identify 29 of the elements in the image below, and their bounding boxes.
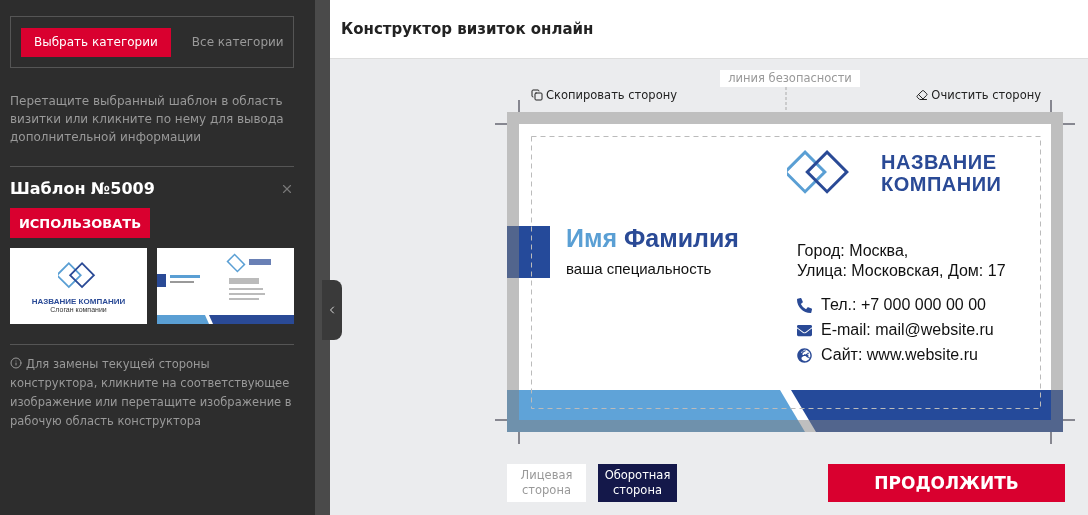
clear-side-link[interactable]: Очистить сторону xyxy=(916,88,1041,102)
contact-text: E-mail: mail@website.ru xyxy=(821,321,994,339)
eraser-icon xyxy=(916,89,929,101)
person-name: Имя Фамилия xyxy=(566,224,739,253)
continue-button[interactable]: ПРОДОЛЖИТЬ xyxy=(828,464,1065,502)
template-title: Шаблон №5009 xyxy=(10,179,155,198)
specialty-text: ваша специальность xyxy=(566,260,712,277)
envelope-icon xyxy=(797,322,812,338)
contact-text: Тел.: +7 000 000 00 00 xyxy=(821,296,986,314)
phone-icon xyxy=(797,297,812,313)
company-name: НАЗВАНИЕ КОМПАНИИ xyxy=(31,296,126,306)
info-icon xyxy=(10,357,22,369)
copy-icon xyxy=(531,89,543,101)
contact-text: Сайт: www.website.ru xyxy=(821,346,978,364)
hint-text: Перетащите выбранный шаблон в область визитки или кликните по нему для вывода дополнительной информации xyxy=(10,93,285,146)
safety-line-label: линия безопасности xyxy=(720,70,860,87)
category-tab[interactable]: Все категории xyxy=(178,27,297,57)
collapse-handle[interactable] xyxy=(322,280,342,340)
copy-side-link[interactable]: Скопировать сторону xyxy=(531,88,677,102)
company-name: НАЗВАНИЕ КОМПАНИИ xyxy=(881,151,1002,195)
category-tab[interactable]: Выбрать категории xyxy=(21,27,171,57)
side-tab[interactable]: Лицевая сторона xyxy=(507,464,586,502)
globe-icon xyxy=(797,347,812,363)
use-button[interactable]: ИСПОЛЬЗОВАТЬ xyxy=(10,208,150,238)
card-thumbnail-drawing[interactable] xyxy=(157,248,294,324)
page-title: Конструктор визиток онлайн xyxy=(341,20,594,38)
side-tab[interactable]: Оборотная сторона xyxy=(598,464,677,502)
info-text: Для замены текущей стороны конструктора, кликните на соответствующее изображение или перетащите изображение в рабочую область конструктора xyxy=(10,356,293,430)
address-text: Город: Москва, Улица: Московская, Дом: 17 xyxy=(797,241,1006,281)
